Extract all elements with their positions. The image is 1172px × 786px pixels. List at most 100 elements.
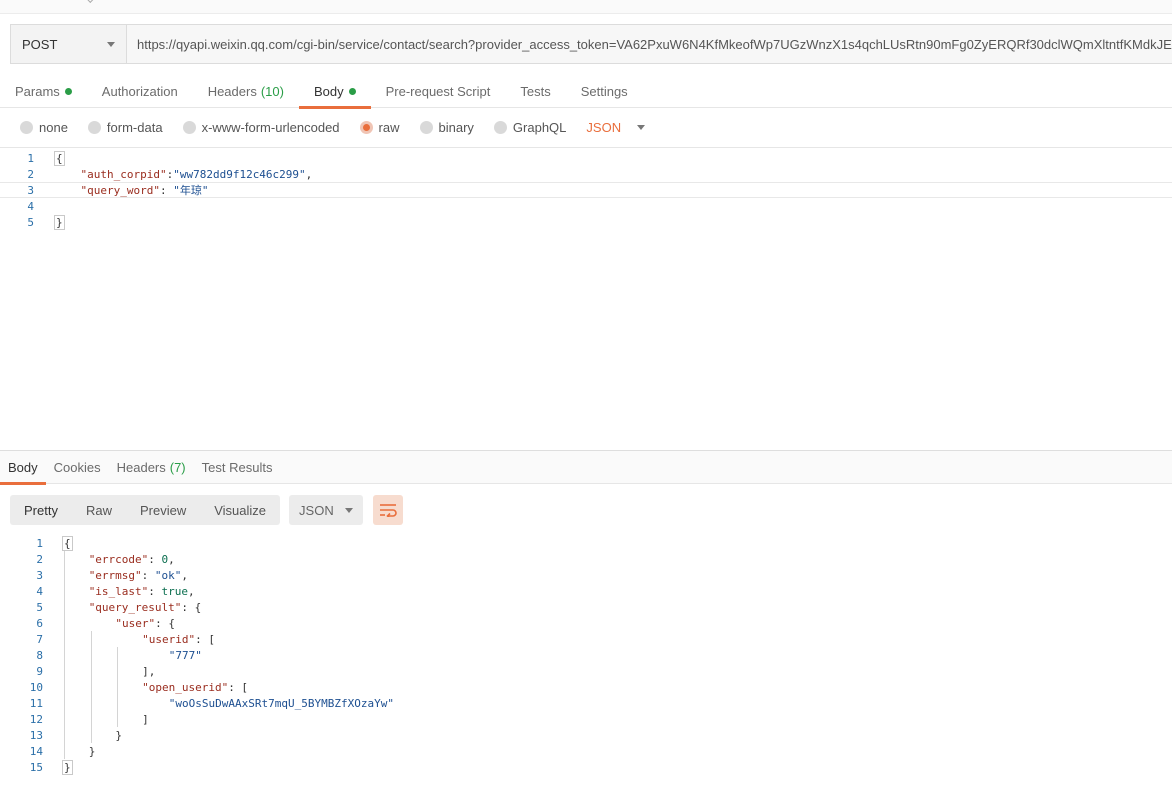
code-text: } — [115, 729, 122, 742]
json-tail: , — [188, 584, 195, 598]
code-line: 4 — [0, 198, 1172, 214]
tab-headers[interactable]: Headers (10) — [193, 74, 299, 108]
response-body-viewer[interactable]: 1{2 "errcode": 0, 3 "errmsg": "ok", 4 "is_las… — [0, 535, 1172, 785]
tab-tests[interactable]: Tests — [505, 74, 565, 108]
line-number: 2 — [36, 552, 43, 566]
radio-label: none — [39, 120, 68, 135]
radio-icon — [359, 121, 373, 134]
json-key: "is_last" — [88, 584, 149, 598]
request-body-editor[interactable]: 1 {2 "auth_corpid":"ww782dd9f12c46c299", 3… — [0, 150, 1172, 448]
radio-x-www-form-urlencoded[interactable]: x-www-form-urlencoded — [182, 120, 340, 135]
tab-settings[interactable]: Settings — [566, 74, 643, 108]
line-number: 5 — [36, 600, 43, 614]
radio-icon — [182, 121, 196, 134]
line-number: 2 — [27, 167, 34, 181]
wrap-lines-button[interactable] — [373, 495, 404, 525]
url-input[interactable]: https://qyapi.weixin.qq.com/cgi-bin/serv… — [127, 25, 1172, 63]
line-number: 5 — [27, 215, 34, 229]
line-number: 8 — [36, 648, 43, 662]
code-line: 6 "user": { — [0, 615, 1172, 631]
method-label: POST — [22, 36, 58, 52]
tab-params[interactable]: Params — [0, 74, 87, 108]
code-text: } — [62, 759, 73, 775]
tab-label: Headers — [207, 83, 257, 99]
tab-count: (10) — [260, 83, 284, 99]
response-tab-test-results[interactable]: Test Results — [194, 451, 281, 484]
indent-guide — [117, 647, 119, 727]
json-key: "open_userid" — [142, 680, 229, 694]
json-tail: , — [181, 568, 189, 582]
status-dot-icon — [348, 87, 356, 95]
request-tabs: Params Authorization Headers (10) Body Pre-re… — [0, 74, 1172, 109]
tab-label: Settings — [580, 83, 628, 99]
view-mode-pretty[interactable]: Pretty — [10, 495, 72, 525]
code-text: { — [62, 535, 73, 551]
json-key: "errcode" — [88, 552, 149, 566]
view-mode-visualize[interactable]: Visualize — [200, 495, 280, 525]
code-token: ], — [142, 664, 156, 678]
code-line: 2 "errcode": 0, — [0, 551, 1172, 567]
code-token: } — [115, 728, 123, 742]
json-tail: : [ — [195, 632, 215, 646]
json-key: "auth_corpid" — [80, 167, 167, 181]
indent-guide — [64, 551, 65, 759]
json-key: "query_word" — [80, 184, 160, 197]
tab-count: (7) — [169, 460, 186, 475]
json-value: "ok" — [154, 568, 182, 582]
code-line: 14} — [0, 743, 1172, 759]
code-token: } — [54, 214, 65, 230]
json-tail: , — [168, 552, 175, 566]
line-number: 6 — [36, 616, 43, 630]
view-mode-group: Pretty Raw Preview Visualize — [10, 495, 281, 525]
code-line: 5 "query_result": { — [0, 599, 1172, 615]
json-value: "woOsSuDwAAxSRt7mqU_5BYMBZfXOzaYw" — [168, 696, 394, 710]
body-language-label: JSON — [586, 120, 622, 135]
method-select[interactable]: POST — [11, 25, 127, 63]
line-number: 3 — [36, 568, 43, 582]
radio-label: binary — [438, 120, 474, 135]
request-bar: POST https://qyapi.weixin.qq.com/cgi-bin… — [10, 24, 1172, 64]
response-tab-cookies[interactable]: Cookies — [46, 451, 109, 484]
top-strip — [0, 0, 1172, 14]
code-line: 4 "is_last": true, — [0, 583, 1172, 599]
code-text: "woOsSuDwAAxSRt7mqU_5BYMBZfXOzaYw" — [169, 697, 394, 710]
line-number: 9 — [36, 664, 43, 678]
tab-pre-request-script[interactable]: Pre-request Script — [371, 74, 506, 108]
chevron-down-icon — [345, 507, 354, 513]
code-text: "auth_corpid":"ww782dd9f12c46c299", — [54, 167, 313, 181]
line-number: 4 — [36, 584, 43, 598]
wrap-lines-icon — [380, 504, 397, 517]
radio-binary[interactable]: binary — [419, 120, 474, 135]
code-token: } — [88, 744, 96, 758]
code-token: { — [62, 535, 73, 551]
radio-raw[interactable]: raw — [359, 120, 400, 135]
view-mode-preview[interactable]: Preview — [126, 495, 200, 525]
json-key: "user" — [115, 616, 156, 630]
line-number: 3 — [27, 183, 34, 197]
response-format-select[interactable]: JSON — [289, 495, 364, 525]
code-line: 1{ — [0, 535, 1172, 551]
response-tabs: Body Cookies Headers (7) Test Results — [0, 451, 1172, 485]
line-number: 1 — [27, 151, 34, 165]
radio-graphql[interactable]: GraphQL — [493, 120, 566, 135]
view-mode-raw[interactable]: Raw — [72, 495, 126, 525]
line-number: 4 — [27, 199, 34, 213]
code-text: "query_result": { — [89, 601, 202, 614]
radio-none[interactable]: none — [20, 120, 68, 135]
code-token: } — [62, 759, 73, 775]
response-format-label: JSON — [299, 502, 334, 518]
response-tab-body[interactable]: Body — [0, 451, 46, 485]
json-tail: : { — [181, 600, 202, 614]
radio-form-data[interactable]: form-data — [87, 120, 163, 135]
json-tail: : [ — [228, 680, 249, 694]
code-text: "open_userid": [ — [142, 681, 248, 694]
response-tab-headers[interactable]: Headers (7) — [109, 451, 194, 484]
tab-label: Test Results — [201, 460, 273, 475]
body-language-select[interactable]: JSON — [586, 120, 646, 135]
tab-body[interactable]: Body — [298, 74, 371, 109]
tab-label: Body — [313, 83, 344, 99]
code-text: ] — [142, 713, 149, 726]
code-token: { — [54, 150, 65, 166]
line-number: 11 — [29, 696, 43, 710]
tab-authorization[interactable]: Authorization — [87, 74, 193, 108]
